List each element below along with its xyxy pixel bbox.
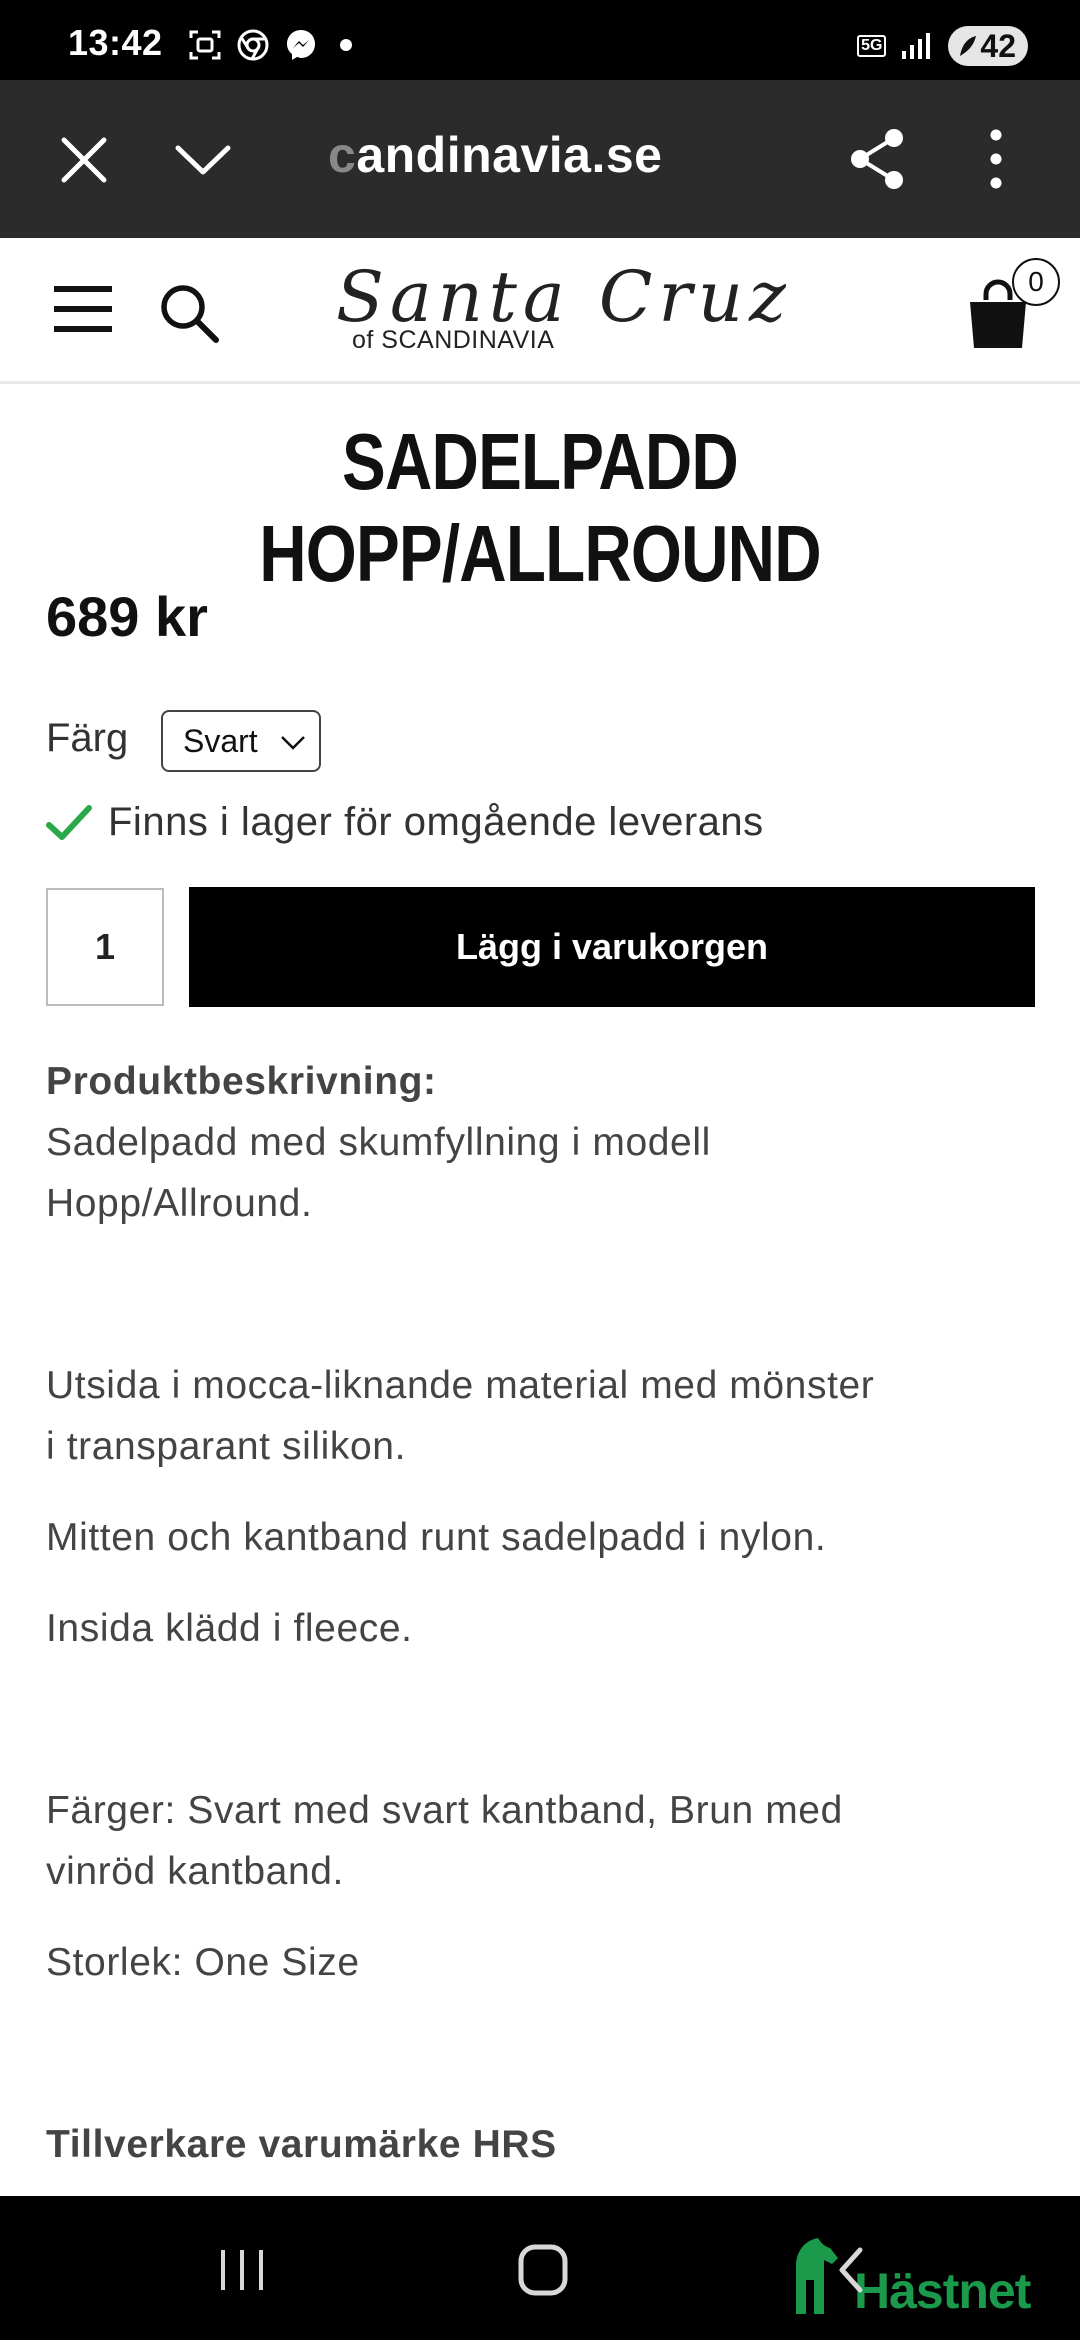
battery-saver-leaf-icon (960, 36, 977, 56)
description-line: i transparant silikon. (46, 1425, 407, 1468)
url-domain: andinavia.se (356, 127, 663, 183)
logo-subtitle: of SCANDINAVIA (352, 326, 555, 354)
color-select[interactable]: Svart (161, 710, 321, 772)
menu-icon[interactable] (54, 282, 112, 336)
stock-text: Finns i lager för omgående leverans (108, 800, 764, 844)
description-paragraph: Storlek: One Size (46, 1941, 360, 1984)
site-logo[interactable]: Santa Cruz of SCANDINAVIA (336, 256, 786, 366)
status-time: 13:42 (68, 22, 163, 63)
quantity-input[interactable]: 1 (46, 888, 164, 1006)
chevron-down-icon (281, 736, 305, 750)
battery-level: 42 (980, 27, 1016, 64)
chevron-down-icon[interactable] (172, 132, 234, 188)
share-icon[interactable] (846, 126, 908, 192)
messenger-icon (287, 30, 315, 60)
signal-icon (902, 33, 931, 59)
description-heading: Produktbeskrivning: (46, 1060, 437, 1103)
description-line: Sadelpadd med skumfyllning i modell (46, 1121, 711, 1164)
hastnet-watermark: Hästnet (790, 2228, 1070, 2324)
color-select-value: Svart (183, 722, 258, 759)
description-line: Färger: Svart med svart kantband, Brun m… (46, 1789, 843, 1832)
search-icon[interactable] (158, 282, 220, 344)
notification-dot (340, 39, 352, 51)
hastnet-text: Hästnet (854, 2263, 1031, 2319)
status-bar: 13:42 5G 42 (0, 0, 1080, 80)
chrome-icon (237, 29, 269, 61)
network-type: 5G (857, 35, 887, 57)
add-to-cart-button[interactable]: Lägg i varukorgen (189, 887, 1035, 1007)
back-icon[interactable] (836, 2246, 866, 2294)
description-line: Hopp/Allround. (46, 1182, 313, 1225)
checkmark-icon (46, 804, 92, 840)
product-title: SADELPADD HOPP/ALLROUND (259, 417, 821, 598)
description-paragraph: Utsida i mocca-liknande material med mön… (46, 1355, 1046, 1477)
color-label: Färg (46, 716, 129, 760)
system-nav-bar: Hästnet (0, 2196, 1080, 2340)
recent-apps-icon[interactable] (218, 2248, 266, 2292)
product-description: Produktbeskrivning: Sadelpadd med skumfy… (46, 1051, 1046, 1234)
site-header: Santa Cruz of SCANDINAVIA 0 (0, 238, 1080, 384)
home-icon[interactable] (518, 2244, 568, 2296)
browser-toolbar: candinavia.se (0, 80, 1080, 238)
description-line: vinröd kantband. (46, 1850, 344, 1893)
close-icon[interactable] (54, 130, 114, 190)
screenshot-icon (189, 30, 221, 60)
stock-status: Finns i lager för omgående leverans (46, 800, 764, 845)
manufacturer-heading: Tillverkare varumärke HRS (46, 2123, 557, 2166)
battery-icon: 42 (948, 26, 1028, 66)
description-paragraph: Insida klädd i fleece. (46, 1607, 413, 1650)
cart-count-badge[interactable]: 0 (1012, 258, 1060, 306)
url-faded-part: c (328, 127, 357, 183)
status-system-icons: 5G 42 (857, 26, 1028, 66)
description-paragraph: Färger: Svart med svart kantband, Brun m… (46, 1780, 1046, 1902)
description-line: Utsida i mocca-liknande material med mön… (46, 1364, 875, 1407)
url-text[interactable]: candinavia.se (328, 126, 662, 184)
product-price: 689 kr (46, 585, 208, 648)
description-paragraph: Mitten och kantband runt sadelpadd i nyl… (46, 1516, 827, 1559)
status-notification-icons (188, 28, 352, 62)
more-vert-icon[interactable] (976, 126, 1016, 192)
